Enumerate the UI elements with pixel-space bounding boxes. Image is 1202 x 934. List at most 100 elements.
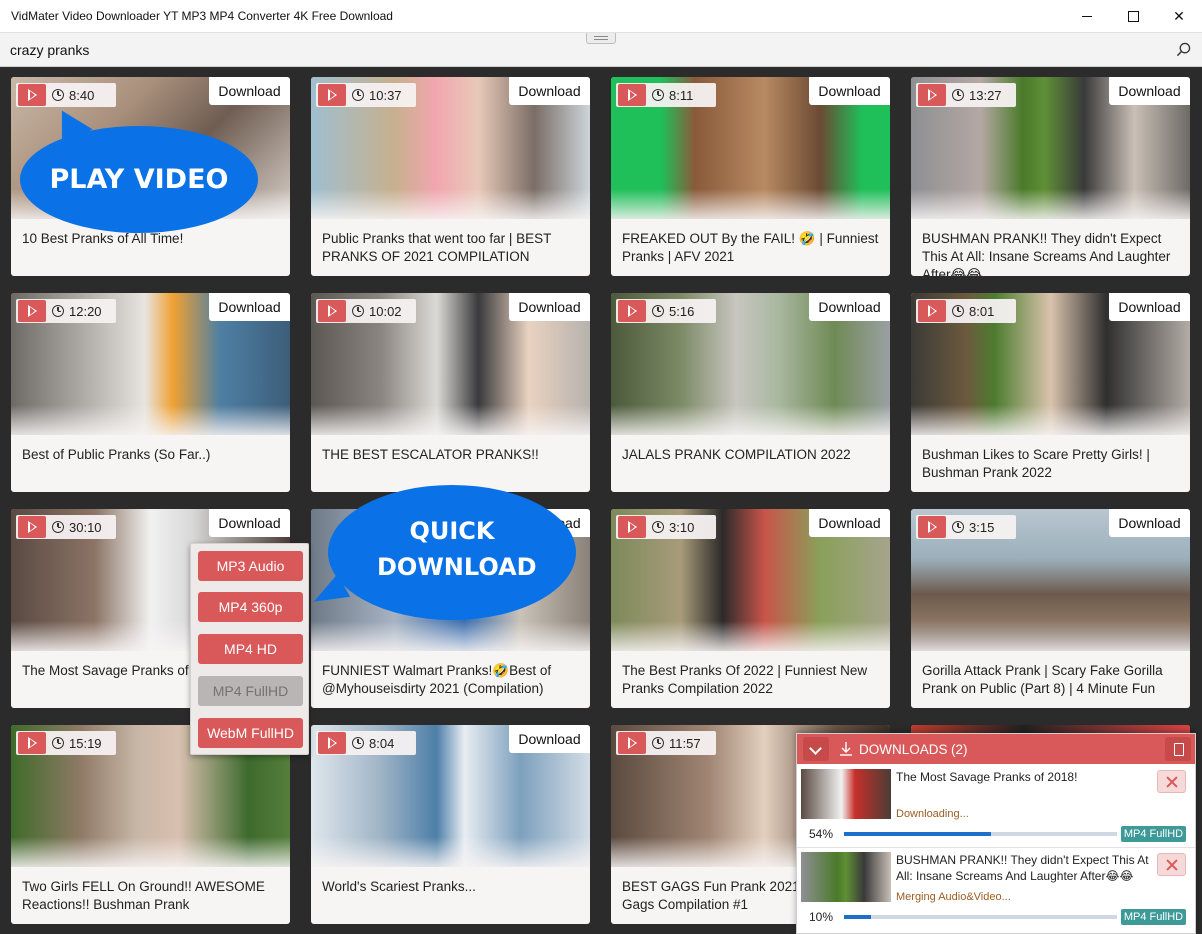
play-box: 15:19: [16, 731, 116, 755]
video-duration: 12:20: [69, 304, 102, 319]
download-status: Downloading...: [896, 808, 969, 820]
download-button[interactable]: Download: [1109, 509, 1190, 537]
play-button[interactable]: [618, 516, 646, 538]
search-input[interactable]: [10, 39, 1160, 61]
download-button[interactable]: Download: [209, 77, 290, 105]
video-title: JALALS PRANK COMPILATION 2022: [622, 447, 851, 462]
video-card[interactable]: 12:20 Download Best of Public Pranks (So…: [11, 293, 290, 492]
minimize-button[interactable]: [1064, 0, 1110, 33]
clock-icon: [352, 305, 364, 317]
video-title: The Best Pranks Of 2022 | Funniest New P…: [622, 663, 868, 696]
play-button[interactable]: [318, 300, 346, 322]
chevron-down-icon[interactable]: [803, 737, 829, 761]
video-card[interactable]: 8:04 Download World's Scariest Pranks...: [311, 725, 590, 924]
downloads-panel: DOWNLOADS (2) The Most Savage Pranks of …: [796, 733, 1196, 934]
video-title: BUSHMAN PRANK!! They didn't Expect This …: [922, 231, 1171, 276]
download-item: BUSHMAN PRANK!! They didn't Expect This …: [797, 849, 1195, 931]
mp4-360p-option[interactable]: MP4 360p: [198, 592, 303, 622]
play-button[interactable]: [18, 300, 46, 322]
video-title: Best of Public Pranks (So Far..): [22, 447, 211, 462]
search-icon[interactable]: [1176, 42, 1191, 57]
download-button[interactable]: Download: [209, 293, 290, 321]
play-box: 10:02: [316, 299, 416, 323]
format-badge: MP4 FullHD: [1121, 909, 1186, 925]
play-button[interactable]: [918, 516, 946, 538]
video-duration: 15:19: [69, 736, 102, 751]
quick-download-menu: MP3 Audio MP4 360p MP4 HD MP4 FullHD Web…: [190, 543, 309, 755]
play-button[interactable]: [318, 84, 346, 106]
play-button[interactable]: [918, 84, 946, 106]
play-button[interactable]: [318, 732, 346, 754]
play-box: 13:27: [916, 83, 1016, 107]
video-title: Gorilla Attack Prank | Scary Fake Gorill…: [922, 663, 1163, 696]
video-duration: 11:57: [669, 736, 701, 751]
video-card[interactable]: 10:02 Download THE BEST ESCALATOR PRANKS…: [311, 293, 590, 492]
video-card[interactable]: 10:37 Download Public Pranks that went t…: [311, 77, 590, 276]
download-button[interactable]: Download: [809, 77, 890, 105]
download-button[interactable]: Download: [1109, 77, 1190, 105]
download-title: The Most Savage Pranks of 2018!: [896, 770, 1078, 784]
mp4-hd-option[interactable]: MP4 HD: [198, 634, 303, 664]
cancel-download-button[interactable]: [1157, 853, 1186, 876]
download-button[interactable]: Download: [209, 509, 290, 537]
play-button[interactable]: [618, 300, 646, 322]
play-button[interactable]: [18, 732, 46, 754]
play-button[interactable]: [618, 732, 646, 754]
video-title: World's Scariest Pranks...: [322, 879, 476, 894]
video-title: FREAKED OUT By the FAIL! 🤣 | Funniest Pr…: [622, 231, 879, 264]
download-button[interactable]: Download: [809, 293, 890, 321]
maximize-button[interactable]: [1110, 0, 1156, 33]
play-icon: [627, 521, 637, 533]
video-card[interactable]: 8:01 Download Bushman Likes to Scare Pre…: [911, 293, 1190, 492]
play-box: 11:57: [616, 731, 716, 755]
video-card[interactable]: 8:11 Download FREAKED OUT By the FAIL! 🤣…: [611, 77, 890, 276]
play-button[interactable]: [618, 84, 646, 106]
download-button[interactable]: Download: [1109, 293, 1190, 321]
video-title: FUNNIEST Walmart Pranks!🤣Best of @Myhous…: [322, 663, 552, 696]
mp4-fullhd-option: MP4 FullHD: [198, 676, 303, 706]
mp3-audio-option[interactable]: MP3 Audio: [198, 551, 303, 581]
video-duration: 10:37: [369, 88, 402, 103]
progress-bar: [844, 832, 1117, 836]
play-video-callout: PLAY VIDEO: [20, 126, 258, 233]
play-icon: [27, 305, 37, 317]
quick-download-callout: QUICK DOWNLOAD: [328, 485, 576, 620]
close-button[interactable]: ✕: [1156, 0, 1202, 33]
download-percent: 10%: [809, 910, 834, 924]
download-percent: 54%: [809, 827, 834, 841]
video-title: THE BEST ESCALATOR PRANKS!!: [322, 447, 539, 462]
format-badge: MP4 FullHD: [1121, 826, 1186, 842]
video-card[interactable]: 3:15 Download Gorilla Attack Prank | Sca…: [911, 509, 1190, 708]
video-duration: 5:16: [669, 304, 695, 319]
clock-icon: [652, 305, 664, 317]
progress-fill: [844, 832, 992, 836]
quick-download-callout-text: QUICK DOWNLOAD: [377, 517, 537, 581]
cancel-download-button[interactable]: [1157, 770, 1186, 793]
video-duration: 3:15: [969, 520, 995, 535]
download-button[interactable]: Download: [809, 509, 890, 537]
clock-icon: [652, 521, 664, 533]
play-icon: [927, 521, 937, 533]
play-box: 3:10: [616, 515, 716, 539]
video-duration: 30:10: [69, 520, 102, 535]
play-button[interactable]: [918, 300, 946, 322]
play-button[interactable]: [18, 84, 46, 106]
video-card[interactable]: 5:16 Download JALALS PRANK COMPILATION 2…: [611, 293, 890, 492]
download-item: The Most Savage Pranks of 2018! Download…: [797, 766, 1195, 848]
video-duration: 13:27: [969, 88, 1002, 103]
webm-fullhd-option[interactable]: WebM FullHD: [198, 718, 303, 748]
download-button[interactable]: Download: [509, 77, 590, 105]
clock-icon: [952, 89, 964, 101]
download-button[interactable]: Download: [509, 293, 590, 321]
video-card[interactable]: 13:27 Download BUSHMAN PRANK!! They didn…: [911, 77, 1190, 276]
download-button[interactable]: Download: [509, 725, 590, 753]
download-thumbnail: [801, 852, 891, 902]
video-card[interactable]: 3:10 Download The Best Pranks Of 2022 | …: [611, 509, 890, 708]
downloads-label: DOWNLOADS: [859, 742, 948, 757]
play-button[interactable]: [18, 516, 46, 538]
play-icon: [627, 737, 637, 749]
video-duration: 8:40: [69, 88, 95, 103]
clock-icon: [52, 737, 64, 749]
play-box: 3:15: [916, 515, 1016, 539]
clear-list-icon[interactable]: [1165, 737, 1191, 761]
